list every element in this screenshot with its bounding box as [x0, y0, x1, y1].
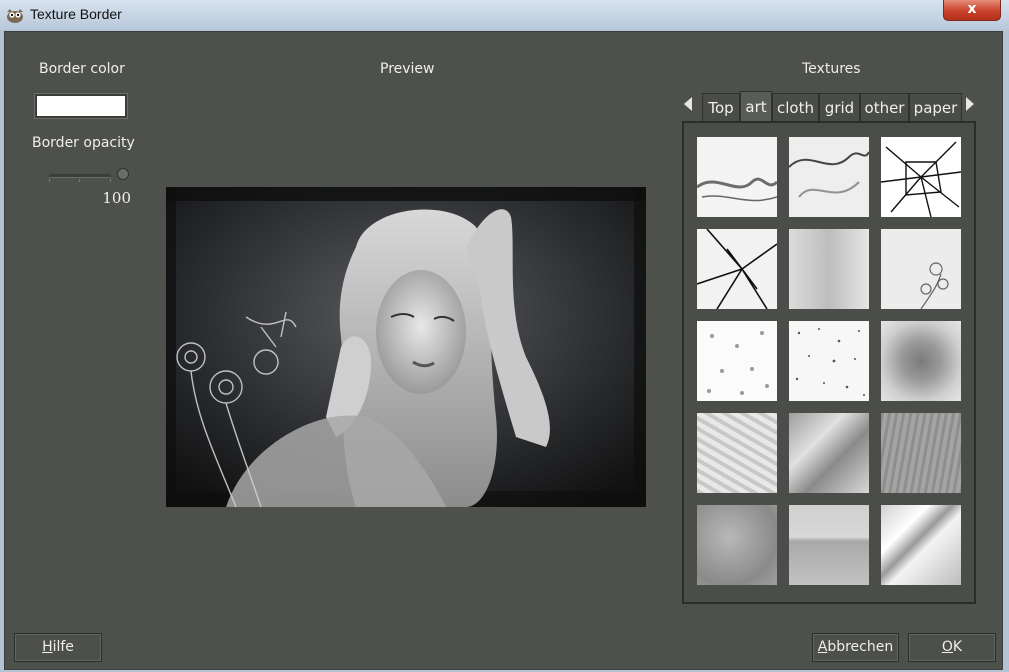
texture-thumbnail[interactable] [881, 413, 961, 493]
slider-tick [110, 179, 111, 182]
border-opacity-label: Border opacity [32, 135, 135, 151]
texture-thumbnail[interactable] [789, 321, 869, 401]
close-button[interactable]: x [943, 0, 1001, 21]
help-mnemonic: H [42, 639, 53, 655]
help-label: ilfe [52, 639, 74, 655]
close-icon: x [967, 1, 977, 17]
tab-paper[interactable]: paper [909, 93, 962, 121]
tab-top[interactable]: Top [702, 93, 740, 121]
texture-thumbnail[interactable] [697, 321, 777, 401]
dialog-body: Border color Border opacity 100 Preview [4, 31, 1003, 670]
tab-art[interactable]: art [740, 91, 772, 122]
preview-photo [166, 187, 646, 507]
border-color-button[interactable] [34, 93, 128, 119]
ok-label: K [952, 639, 963, 655]
textures-label: Textures [802, 61, 861, 77]
texture-thumbnail[interactable] [881, 137, 961, 217]
window-title: Texture Border [30, 6, 122, 22]
border-color-label: Border color [39, 61, 125, 77]
tab-grid[interactable]: grid [819, 93, 860, 121]
help-button[interactable]: Hilfe [14, 633, 102, 662]
texture-thumbnail[interactable] [881, 505, 961, 585]
texture-thumbnail[interactable] [789, 413, 869, 493]
tab-other[interactable]: other [860, 93, 909, 121]
texture-thumbnail[interactable] [697, 137, 777, 217]
preview-label: Preview [380, 61, 435, 77]
opacity-slider-track[interactable] [49, 174, 111, 178]
texture-border-dialog: Texture Border x Border color Border opa… [0, 0, 1009, 672]
opacity-slider-handle[interactable] [117, 168, 129, 180]
gimp-icon [7, 9, 23, 23]
slider-tick [49, 179, 50, 182]
cancel-mnemonic: A [817, 639, 828, 655]
texture-thumbnail[interactable] [789, 505, 869, 585]
texture-thumbnail[interactable] [789, 137, 869, 217]
texture-thumbnail[interactable] [881, 229, 961, 309]
slider-tick [79, 179, 80, 182]
texture-thumbnail[interactable] [697, 413, 777, 493]
tab-cloth[interactable]: cloth [772, 93, 819, 121]
cancel-label: bbrechen [827, 639, 894, 655]
ok-button[interactable]: OK [908, 633, 996, 662]
texture-thumbnail[interactable] [789, 229, 869, 309]
texture-thumbnail[interactable] [881, 321, 961, 401]
preview-image [166, 187, 646, 507]
opacity-value: 100 [102, 189, 131, 207]
texture-thumbnail[interactable] [697, 505, 777, 585]
texture-grid-panel [682, 121, 976, 604]
ok-mnemonic: O [941, 639, 953, 655]
title-bar: Texture Border x [0, 0, 1009, 30]
texture-thumbnail[interactable] [697, 229, 777, 309]
cancel-button[interactable]: Abbrechen [812, 633, 899, 662]
chevron-left-icon[interactable] [684, 97, 692, 111]
chevron-right-icon[interactable] [966, 97, 974, 111]
